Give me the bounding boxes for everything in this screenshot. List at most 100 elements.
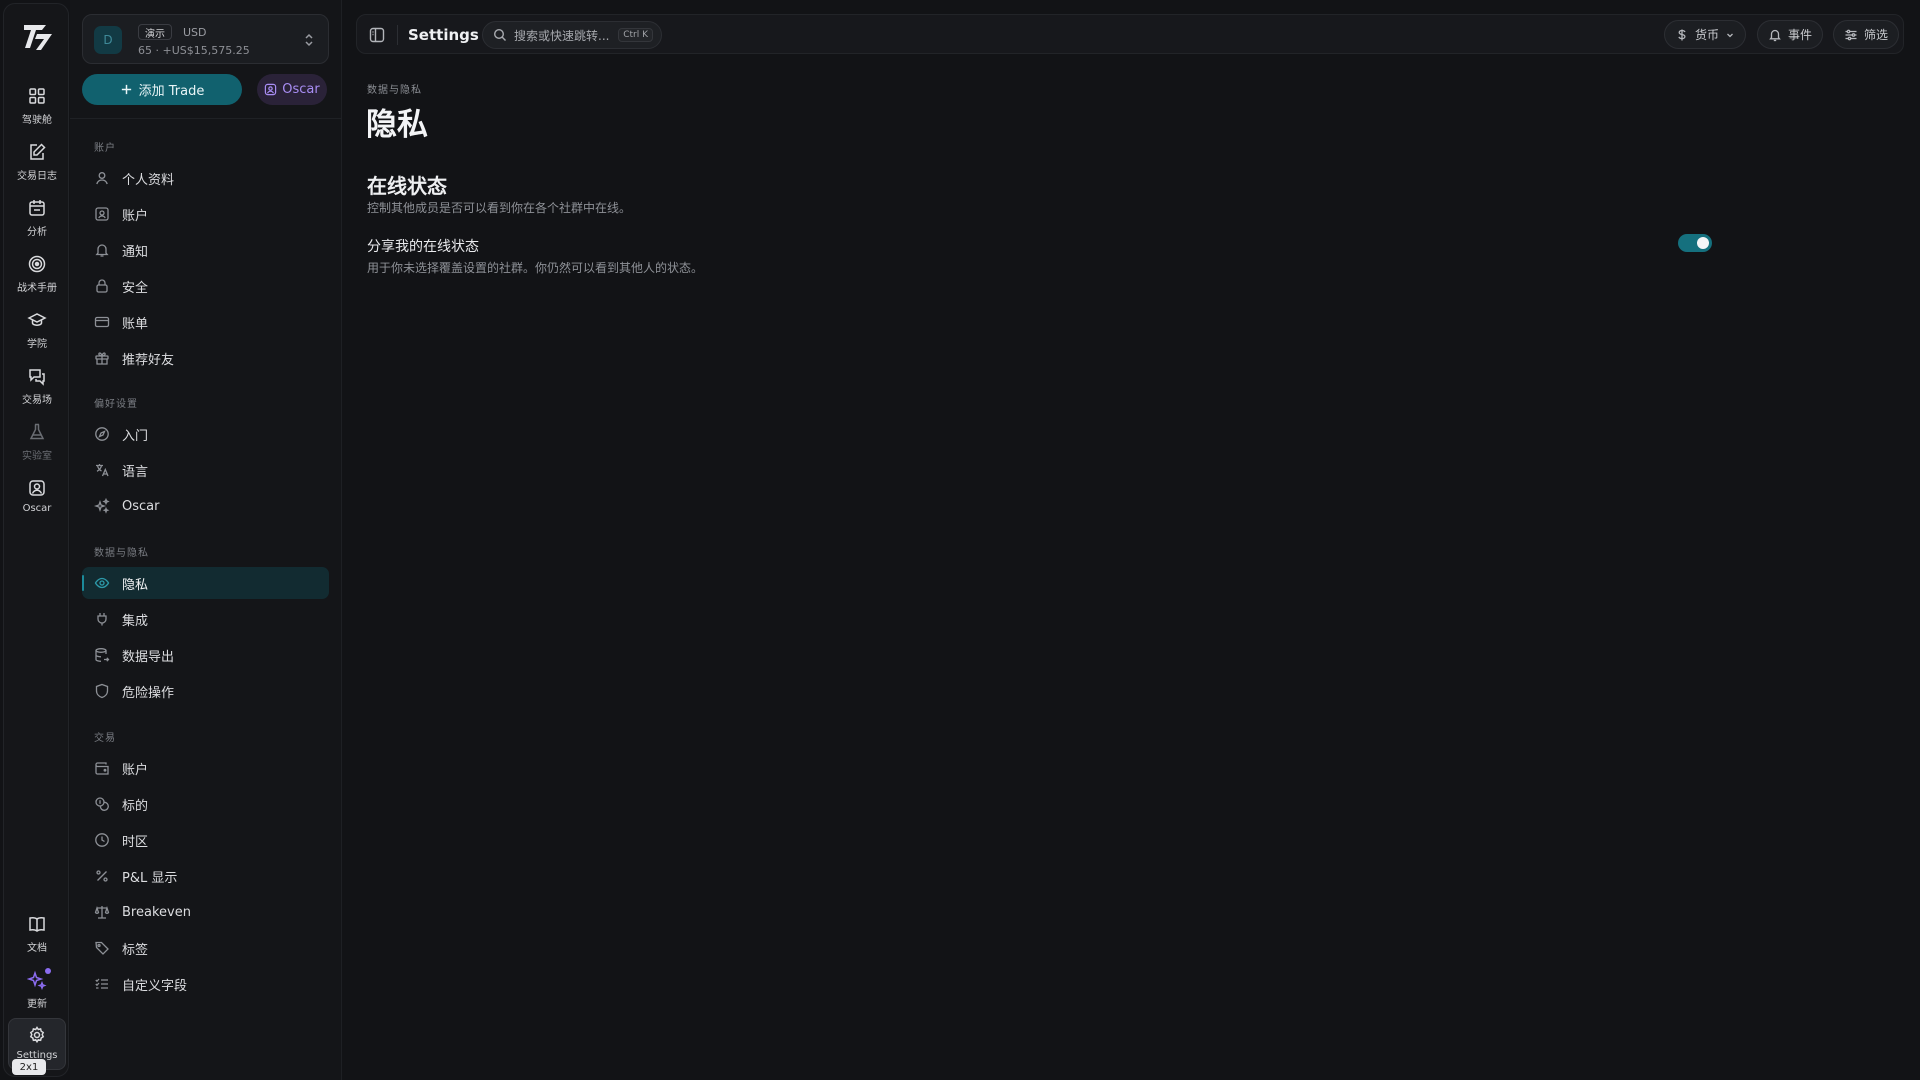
sidebar-item-custom-fields[interactable]: 自定义字段 <box>82 968 329 1000</box>
size-badge: 2x1 <box>12 1059 46 1075</box>
rail-label: Oscar <box>22 503 52 514</box>
sidebar-item-breakeven[interactable]: Breakeven <box>82 896 329 928</box>
book-icon <box>27 914 47 934</box>
account-switcher[interactable]: D 演示 USD 65 · +US$15,575.25 <box>82 14 329 64</box>
sidebar-item-label: 集成 <box>122 613 149 629</box>
app-logo-icon[interactable] <box>21 20 55 54</box>
page-title: 隐私 <box>366 107 428 143</box>
sidebar-item-account[interactable]: 账户 <box>82 198 329 230</box>
sidebar-item-integrations[interactable]: 集成 <box>82 603 329 635</box>
gear-icon <box>27 1025 47 1045</box>
oscar-button[interactable]: Oscar <box>257 74 327 105</box>
scale-icon <box>94 904 110 920</box>
sidebar-item-label: 账户 <box>122 762 149 778</box>
oscar-icon <box>27 478 47 498</box>
setting-title: 分享我的在线状态 <box>367 239 479 255</box>
sidebar-item-data-export[interactable]: 数据导出 <box>82 639 329 671</box>
rail-item-playbook[interactable]: 战术手册 <box>8 248 66 298</box>
wallet-icon <box>94 760 110 776</box>
top-bar: Settings 搜索或快速跳转... Ctrl K 货币 事件 筛选 <box>356 14 1904 54</box>
chevron-down-icon <box>1725 30 1735 40</box>
sidebar-item-label: 数据导出 <box>122 649 175 665</box>
rail-item-trading-floor[interactable]: 交易场 <box>8 360 66 410</box>
search-shortcut: Ctrl K <box>618 28 653 42</box>
demo-badge: 演示 <box>138 24 172 40</box>
share-online-status-toggle[interactable] <box>1678 234 1712 252</box>
clock-icon <box>94 832 110 848</box>
sidebar-item-oscar[interactable]: Oscar <box>82 490 329 522</box>
events-button[interactable]: 事件 <box>1757 20 1824 49</box>
notification-dot <box>45 968 51 974</box>
divider <box>70 118 342 119</box>
sidebar-item-notifications[interactable]: 通知 <box>82 234 329 266</box>
sidebar-item-instruments[interactable]: 标的 <box>82 788 329 820</box>
sidebar-item-privacy[interactable]: 隐私 <box>82 567 329 599</box>
lock-icon <box>94 278 110 294</box>
sidebar-item-label: 时区 <box>122 834 149 850</box>
filter-button[interactable]: 筛选 <box>1833 20 1900 49</box>
sidebar-item-label: Oscar <box>122 498 160 514</box>
section-title-account: 账户 <box>94 143 116 154</box>
eye-icon <box>94 575 110 591</box>
sidebar-item-timezone[interactable]: 时区 <box>82 824 329 856</box>
rail-item-cockpit[interactable]: 驾驶舱 <box>8 80 66 130</box>
rail-item-oscar[interactable]: Oscar <box>8 472 66 522</box>
sparkles-icon <box>94 498 110 514</box>
bell-icon <box>1768 28 1782 42</box>
rail-item-journal[interactable]: 交易日志 <box>8 136 66 186</box>
sidebar-item-label: 安全 <box>122 280 149 296</box>
sidebar-item-pnl-display[interactable]: P&L 显示 <box>82 860 329 892</box>
search-input[interactable]: 搜索或快速跳转... Ctrl K <box>482 21 662 49</box>
setting-description: 用于你未选择覆盖设置的社群。你仍然可以看到其他人的状态。 <box>367 261 704 275</box>
plug-icon <box>94 611 110 627</box>
chevron-up-down-icon <box>302 31 316 49</box>
currency-dropdown[interactable]: 货币 <box>1664 20 1747 49</box>
add-trade-label: 添加 Trade <box>138 84 205 99</box>
rail-label: 更新 <box>27 999 47 1010</box>
sidebar-item-danger-zone[interactable]: 危险操作 <box>82 675 329 707</box>
rail-label: 实验室 <box>22 451 52 462</box>
toggle-knob <box>1697 237 1709 249</box>
rail-label: 交易日志 <box>17 171 57 182</box>
account-balance: 65 · +US$15,575.25 <box>138 44 250 57</box>
search-icon <box>493 28 507 42</box>
rail-label: 交易场 <box>22 395 52 406</box>
search-placeholder: 搜索或快速跳转... <box>514 28 610 43</box>
dollar-icon <box>1675 28 1689 42</box>
sidebar-item-onboarding[interactable]: 入门 <box>82 418 329 450</box>
rail-item-analysis[interactable]: 分析 <box>8 192 66 242</box>
sidebar-item-profile[interactable]: 个人资料 <box>82 162 329 194</box>
sidebar-item-label: 个人资料 <box>122 172 175 188</box>
credit-card-icon <box>94 314 110 330</box>
toggle-sidebar-icon[interactable] <box>367 25 387 45</box>
sidebar-item-tags[interactable]: 标签 <box>82 932 329 964</box>
oscar-label: Oscar <box>282 82 320 97</box>
sparkle-icon <box>27 970 47 990</box>
sidebar-item-security[interactable]: 安全 <box>82 270 329 302</box>
oscar-icon <box>264 83 277 96</box>
id-card-icon <box>94 206 110 222</box>
sidebar-item-billing[interactable]: 账单 <box>82 306 329 338</box>
rail-item-docs[interactable]: 文档 <box>8 908 66 958</box>
rail-item-academy[interactable]: 学院 <box>8 304 66 354</box>
database-export-icon <box>94 647 110 663</box>
section-heading: 在线状态 <box>367 174 447 198</box>
settings-sidebar: D 演示 USD 65 · +US$15,575.25 添加 Trade Osc… <box>70 0 342 1080</box>
add-trade-button[interactable]: 添加 Trade <box>82 74 242 105</box>
sidebar-item-language[interactable]: 语言 <box>82 454 329 486</box>
sidebar-item-trading-accounts[interactable]: 账户 <box>82 752 329 784</box>
graduation-cap-icon <box>27 310 47 330</box>
sidebar-item-label: 语言 <box>122 464 149 480</box>
section-description: 控制其他成员是否可以看到你在各个社群中在线。 <box>367 201 632 215</box>
page-heading: Settings <box>408 26 479 44</box>
divider <box>397 25 398 45</box>
rail-item-updates[interactable]: 更新 <box>8 964 66 1014</box>
sidebar-item-label: 危险操作 <box>122 685 175 701</box>
sidebar-item-label: 推荐好友 <box>122 352 175 368</box>
sidebar-item-referral[interactable]: 推荐好友 <box>82 342 329 374</box>
rail-item-lab[interactable]: 实验室 <box>8 416 66 466</box>
section-title-preferences: 偏好设置 <box>94 399 138 410</box>
rail-label: 学院 <box>27 339 47 350</box>
account-avatar: D <box>94 26 122 54</box>
plus-icon <box>120 83 133 96</box>
